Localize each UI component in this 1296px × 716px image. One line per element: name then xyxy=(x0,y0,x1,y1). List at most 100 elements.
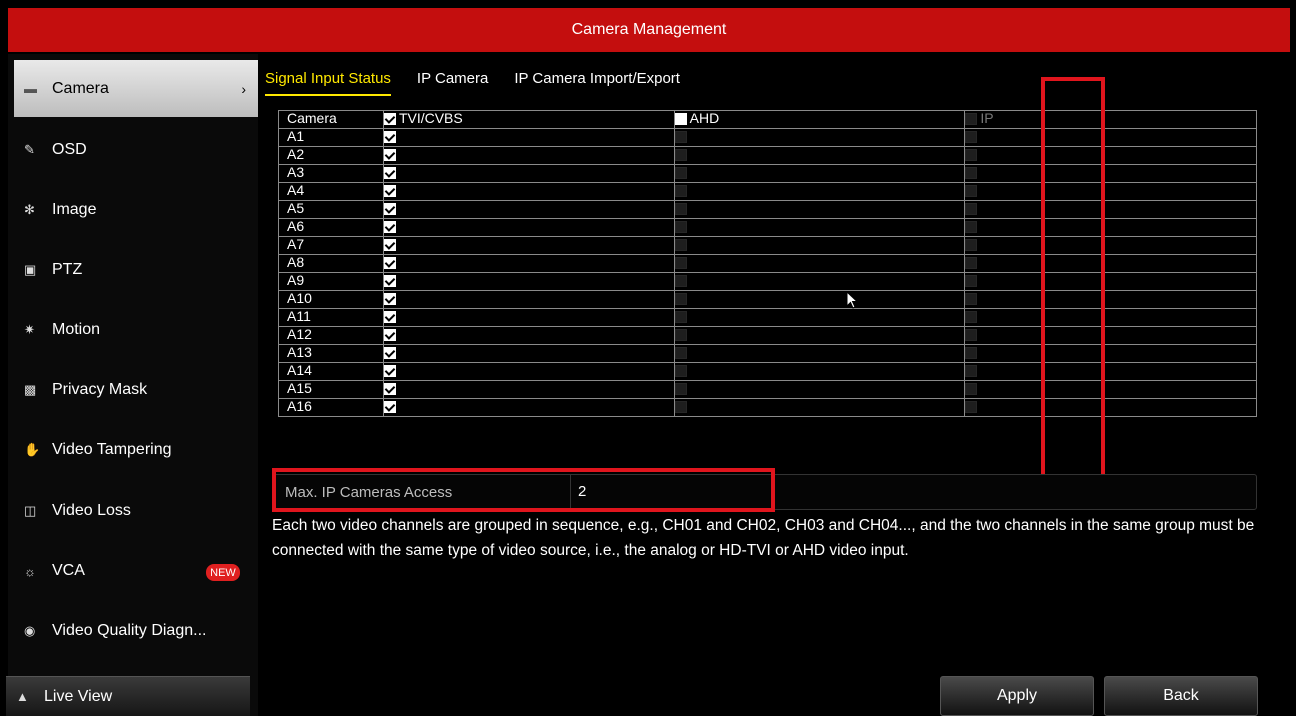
table-row: A16 xyxy=(278,398,1257,417)
tvi-checkbox[interactable] xyxy=(383,293,396,305)
ip-select-all-checkbox xyxy=(965,113,978,125)
sidebar-item-video-tampering[interactable]: ✋ Video Tampering xyxy=(14,421,258,479)
tvi-cell xyxy=(382,344,675,363)
sidebar-item-label: Camera xyxy=(52,79,109,97)
ip-column-header: IP xyxy=(964,110,1257,129)
ip-header-label: IP xyxy=(980,110,994,126)
tvi-checkbox[interactable] xyxy=(383,149,396,161)
table-row: A8 xyxy=(278,254,1257,273)
tvi-checkbox[interactable] xyxy=(383,401,396,413)
camera-name: A12 xyxy=(287,326,312,342)
tvi-cell xyxy=(382,164,675,183)
sidebar-item-label: PTZ xyxy=(52,261,83,278)
sidebar-item-video-quality[interactable]: ◉ Video Quality Diagn... xyxy=(14,602,258,660)
ip-checkbox xyxy=(965,329,978,341)
tvi-checkbox[interactable] xyxy=(383,365,396,377)
tvi-cell xyxy=(382,200,675,219)
ip-checkbox xyxy=(965,311,978,323)
sidebar: ▬ Camera › ✎ OSD ✻ Image ▣ PTZ ✷ Motion … xyxy=(8,54,258,716)
ip-cell xyxy=(964,218,1257,237)
ahd-cell xyxy=(673,182,966,201)
camera-name: A5 xyxy=(287,200,305,216)
ip-cell xyxy=(964,236,1257,255)
tvi-checkbox[interactable] xyxy=(383,239,396,251)
ip-cell xyxy=(964,128,1257,147)
tvi-checkbox[interactable] xyxy=(383,185,396,197)
ip-checkbox xyxy=(965,365,978,377)
sidebar-item-motion[interactable]: ✷ Motion xyxy=(14,301,258,359)
ahd-checkbox xyxy=(674,311,687,323)
tvi-checkbox[interactable] xyxy=(383,275,396,287)
sidebar-item-label: Video Quality Diagn... xyxy=(52,622,207,639)
tab-ip-camera-import-export[interactable]: IP Camera Import/Export xyxy=(514,70,680,96)
table-row: A3 xyxy=(278,164,1257,183)
table-row: A1 xyxy=(278,128,1257,147)
camera-cell: A15 xyxy=(278,380,384,399)
sidebar-item-vca[interactable]: ☼ VCA NEW xyxy=(14,542,258,600)
ahd-cell xyxy=(673,200,966,219)
ip-checkbox xyxy=(965,221,978,233)
sidebar-item-video-loss[interactable]: ◫ Video Loss xyxy=(14,482,258,540)
camera-cell: A16 xyxy=(278,398,384,417)
tvi-checkbox[interactable] xyxy=(383,329,396,341)
tvi-checkbox[interactable] xyxy=(383,257,396,269)
grouping-hint-text: Each two video channels are grouped in s… xyxy=(272,517,1255,559)
camera-name: A13 xyxy=(287,344,312,360)
ahd-cell xyxy=(673,218,966,237)
tvi-checkbox[interactable] xyxy=(383,203,396,215)
table-row: A7 xyxy=(278,236,1257,255)
camera-cell: A12 xyxy=(278,326,384,345)
tvi-cell xyxy=(382,146,675,165)
camera-name: A6 xyxy=(287,218,305,234)
table-row: A2 xyxy=(278,146,1257,165)
ip-checkbox xyxy=(965,293,978,305)
camera-name: A16 xyxy=(287,398,312,414)
table-row: A10 xyxy=(278,290,1257,309)
table-row: A5 xyxy=(278,200,1257,219)
ahd-checkbox xyxy=(674,221,687,233)
ahd-cell xyxy=(673,164,966,183)
tvi-checkbox[interactable] xyxy=(383,311,396,323)
tvi-cell xyxy=(382,362,675,381)
tvi-checkbox[interactable] xyxy=(383,221,396,233)
tvi-select-all-checkbox[interactable] xyxy=(383,113,396,125)
sidebar-item-privacy-mask[interactable]: ▩ Privacy Mask xyxy=(14,361,258,419)
tvi-checkbox[interactable] xyxy=(383,167,396,179)
ip-checkbox xyxy=(965,257,978,269)
camera-name: A9 xyxy=(287,272,305,288)
ip-checkbox xyxy=(965,203,978,215)
ahd-header-label: AHD xyxy=(689,110,720,126)
ip-cell xyxy=(964,362,1257,381)
camera-cell: A8 xyxy=(278,254,384,273)
ip-cell xyxy=(964,380,1257,399)
ip-cell xyxy=(964,182,1257,201)
tvi-checkbox[interactable] xyxy=(383,383,396,395)
ahd-checkbox xyxy=(674,365,687,377)
live-view-button[interactable]: ▲ Live View xyxy=(6,676,250,716)
ip-checkbox xyxy=(965,347,978,359)
tvi-checkbox[interactable] xyxy=(383,131,396,143)
table-row: A9 xyxy=(278,272,1257,291)
sidebar-item-camera[interactable]: ▬ Camera › xyxy=(14,60,258,117)
back-button[interactable]: Back xyxy=(1104,676,1258,716)
sidebar-item-osd[interactable]: ✎ OSD xyxy=(14,121,258,179)
tab-signal-input-status[interactable]: Signal Input Status xyxy=(265,70,391,96)
ahd-cell xyxy=(673,362,966,381)
table-header-row: Camera TVI/CVBS AHD IP xyxy=(278,110,1257,129)
tvi-checkbox[interactable] xyxy=(383,347,396,359)
sidebar-item-ptz[interactable]: ▣ PTZ xyxy=(14,241,258,299)
ip-cell xyxy=(964,344,1257,363)
camera-name: A4 xyxy=(287,182,305,198)
tab-ip-camera[interactable]: IP Camera xyxy=(417,70,488,96)
image-palette-icon: ✻ xyxy=(24,202,35,217)
ip-cell xyxy=(964,308,1257,327)
ahd-cell xyxy=(673,380,966,399)
ahd-column-header: AHD xyxy=(673,110,966,129)
apply-button[interactable]: Apply xyxy=(940,676,1094,716)
sidebar-item-image[interactable]: ✻ Image xyxy=(14,181,258,239)
ip-cell xyxy=(964,398,1257,417)
ahd-select-all-checkbox[interactable] xyxy=(674,113,687,125)
ahd-checkbox xyxy=(674,131,687,143)
ahd-cell xyxy=(673,146,966,165)
ip-checkbox xyxy=(965,167,978,179)
